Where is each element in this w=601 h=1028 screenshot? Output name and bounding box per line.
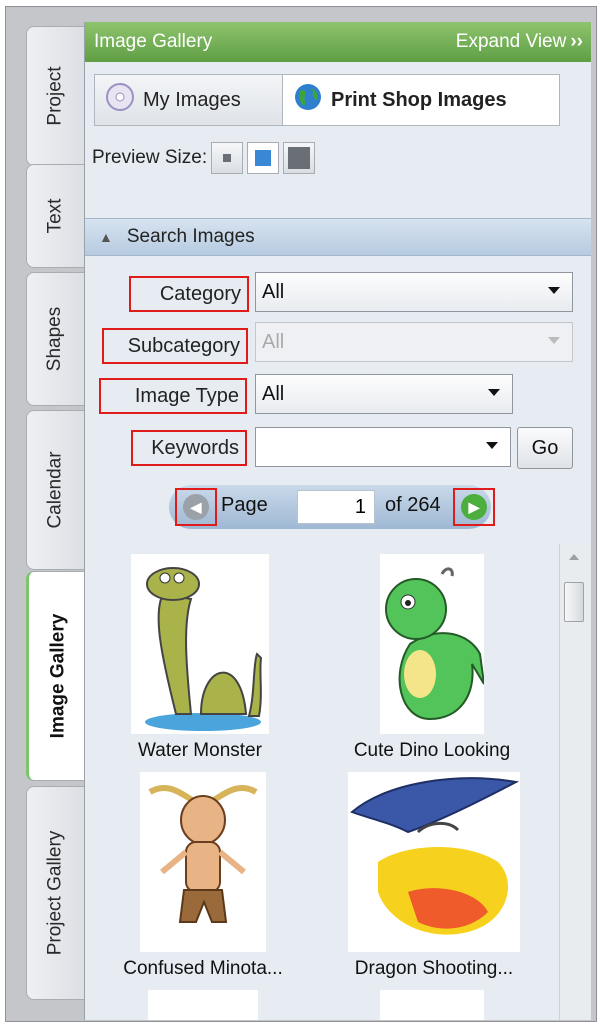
arrow-left-icon: ◀	[183, 494, 209, 520]
print-shop-images-button[interactable]: Print Shop Images	[283, 75, 517, 125]
keywords-combo[interactable]	[255, 427, 511, 467]
dropdown-arrow-icon	[488, 389, 500, 396]
image-caption: Dragon Shooting...	[354, 958, 514, 979]
partial-thumbnail	[380, 990, 484, 1020]
previous-page-button[interactable]: ◀	[175, 488, 217, 526]
tab-shapes[interactable]: Shapes	[26, 272, 84, 406]
preview-small-button[interactable]	[211, 142, 244, 174]
dragon-shooting-thumbnail	[348, 772, 520, 952]
double-chevron-right-icon: ››	[570, 31, 583, 52]
subcategory-select[interactable]: All	[255, 322, 573, 362]
image-gallery-panel: Image Gallery Expand View ›› My Images P…	[84, 22, 591, 1020]
page-number-input[interactable]: 1	[297, 490, 375, 524]
image-caption: Cute Dino Looking	[353, 740, 511, 761]
medium-square-icon	[255, 150, 272, 166]
partial-thumbnail	[148, 990, 258, 1020]
category-select[interactable]: All	[255, 272, 573, 312]
my-images-button[interactable]: My Images	[95, 75, 283, 125]
search-images-header[interactable]: ▲ Search Images	[85, 218, 591, 256]
small-square-icon	[223, 154, 232, 162]
dropdown-arrow-icon	[486, 442, 498, 449]
dropdown-arrow-icon	[548, 287, 560, 294]
tab-calendar[interactable]: Calendar	[26, 410, 84, 570]
disc-icon	[105, 82, 135, 118]
gallery-item[interactable]: Cute Dino Looking	[327, 554, 537, 762]
vertical-tab-strip: Project Text Shapes Calendar Image Galle…	[16, 16, 88, 1016]
image-caption: Water Monster	[138, 740, 262, 761]
page-navigator: ◀ Page 1 of 264 ▶	[169, 485, 495, 529]
keywords-label: Keywords	[131, 430, 247, 466]
scroll-up-arrow-icon[interactable]	[569, 554, 579, 560]
subcategory-label: Subcategory	[102, 328, 248, 364]
expand-view-button[interactable]: Expand View ››	[456, 31, 583, 53]
chevron-up-icon: ▲	[99, 229, 113, 245]
category-label: Category	[129, 276, 249, 312]
confused-minotaur-thumbnail	[140, 772, 266, 952]
image-type-label: Image Type	[99, 378, 247, 414]
globe-icon	[293, 82, 323, 118]
tab-project[interactable]: Project	[26, 26, 84, 166]
preview-medium-button[interactable]	[247, 142, 280, 174]
preview-large-button[interactable]	[283, 142, 316, 174]
gallery-item-partial[interactable]	[143, 990, 263, 1020]
tab-project-gallery[interactable]: Project Gallery	[26, 786, 84, 1000]
gallery-item[interactable]: Water Monster	[115, 554, 285, 762]
image-type-select[interactable]: All	[255, 374, 513, 414]
water-monster-thumbnail	[131, 554, 269, 734]
image-caption: Confused Minota...	[123, 958, 283, 979]
tab-text[interactable]: Text	[26, 164, 84, 268]
go-button[interactable]: Go	[517, 427, 573, 469]
large-square-icon	[288, 147, 311, 169]
preview-size-control: Preview Size:	[92, 142, 316, 174]
gallery-item-partial[interactable]	[377, 990, 487, 1020]
cute-dino-thumbnail	[380, 554, 485, 734]
image-source-toggle: My Images Print Shop Images	[94, 74, 560, 126]
image-gallery-grid: Water Monster Cute Dino Looking Confused…	[85, 544, 555, 1020]
arrow-right-icon: ▶	[461, 494, 487, 520]
panel-header: Image Gallery Expand View ››	[85, 22, 591, 62]
panel-title: Image Gallery	[94, 31, 213, 52]
gallery-item[interactable]: Dragon Shooting...	[321, 772, 547, 980]
next-page-button[interactable]: ▶	[453, 488, 495, 526]
gallery-scrollbar[interactable]	[559, 544, 590, 1020]
gallery-item[interactable]: Confused Minota...	[103, 772, 303, 980]
dropdown-arrow-icon	[548, 337, 560, 344]
scrollbar-thumb[interactable]	[564, 582, 584, 622]
tab-image-gallery[interactable]: Image Gallery	[26, 571, 88, 781]
